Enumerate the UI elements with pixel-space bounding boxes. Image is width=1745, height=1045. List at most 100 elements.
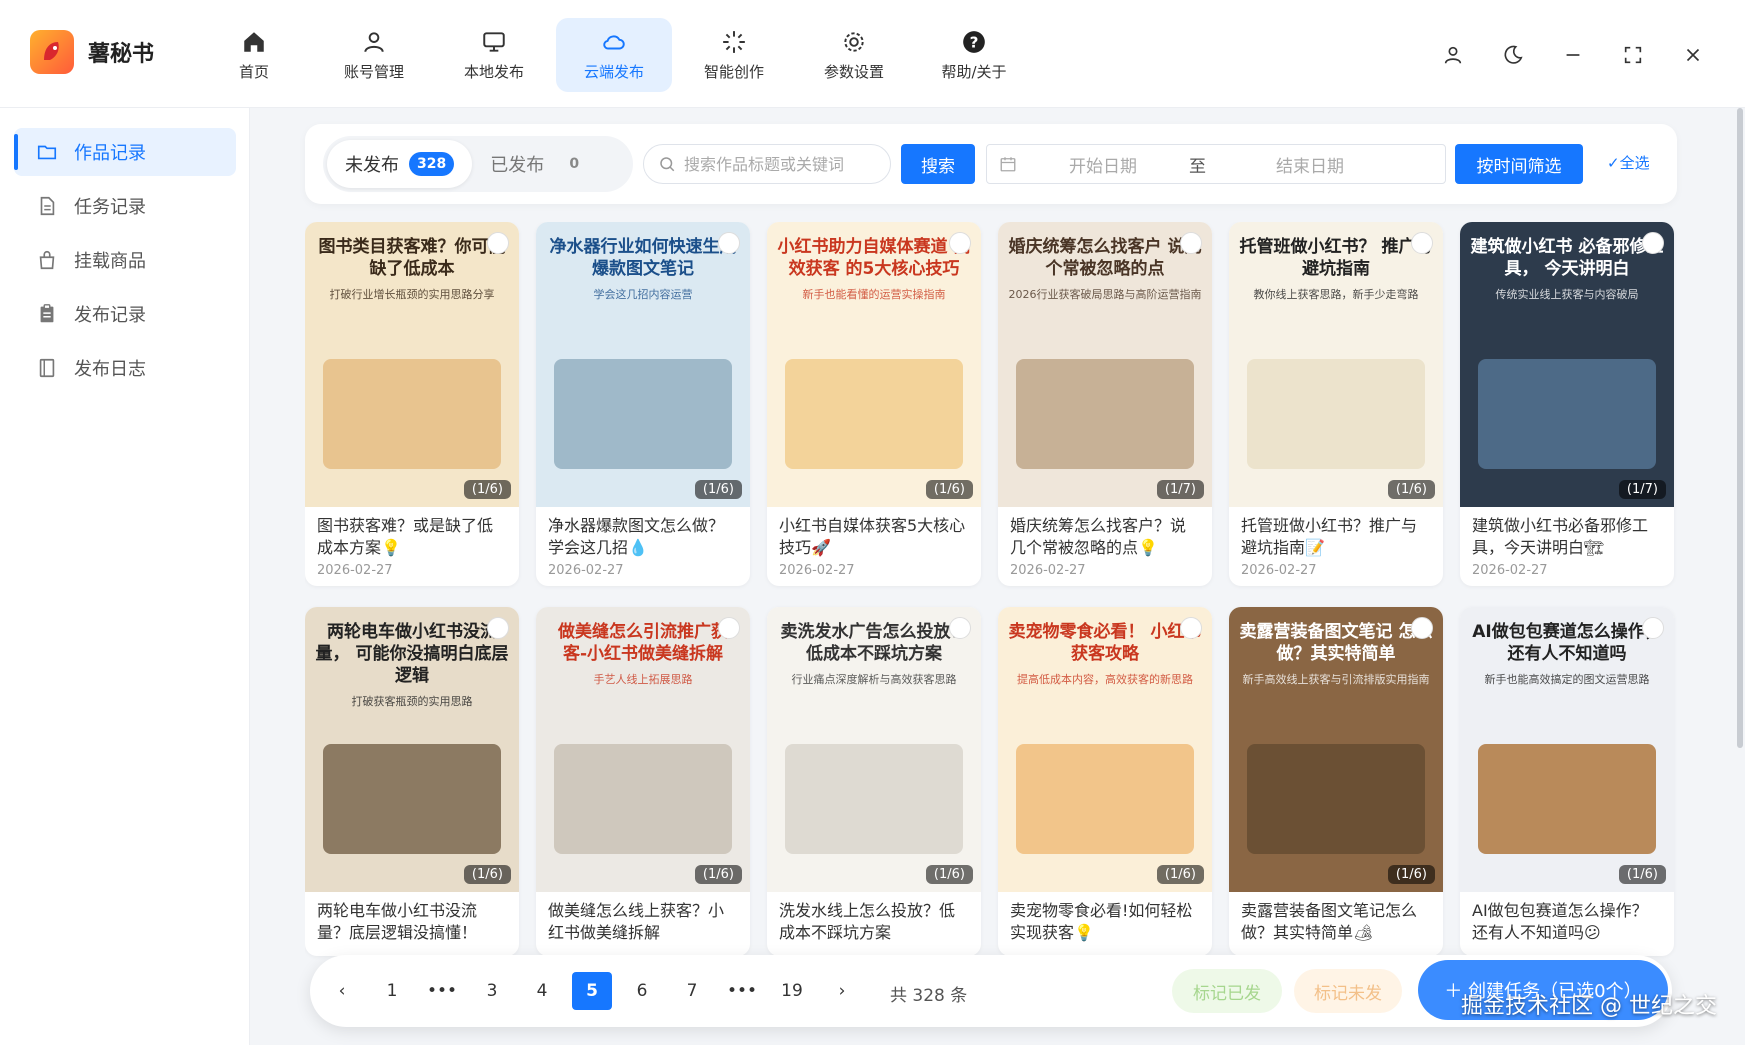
select-checkbox[interactable] xyxy=(718,617,740,639)
tab-unpublished[interactable]: 未发布 328 xyxy=(327,140,473,188)
work-card[interactable]: 卖露营装备图文笔记 怎么做？其实特简单新手高效线上获客与引流排版实用指南 (1/6… xyxy=(1229,607,1443,956)
select-checkbox[interactable] xyxy=(949,232,971,254)
search-button[interactable]: 搜索 xyxy=(901,144,975,184)
page-5-current[interactable]: 5 xyxy=(572,972,612,1010)
mark-published-button[interactable]: 标记已发 xyxy=(1172,969,1282,1013)
select-checkbox[interactable] xyxy=(1180,617,1202,639)
nav-cloud-publish[interactable]: 云端发布 xyxy=(556,18,672,92)
nav-home[interactable]: 首页 xyxy=(196,18,312,92)
select-checkbox[interactable] xyxy=(1180,232,1202,254)
thumbnail-illustration xyxy=(785,359,963,469)
image-count-badge: (1/6) xyxy=(925,480,973,499)
work-card[interactable]: 托管班做小红书？ 推广与避坑指南 教你线上获客思路，新手少走弯路 (1/6) 托管班做… xyxy=(1229,222,1443,586)
page-7[interactable]: 7 xyxy=(672,972,712,1010)
user-icon xyxy=(1444,46,1462,64)
page-1[interactable]: 1 xyxy=(372,972,412,1010)
sidebar: 作品记录 任务记录 挂载商品 发布记录 发布日志 xyxy=(0,108,250,1045)
close-button[interactable] xyxy=(1673,40,1713,70)
sidebar-item-products[interactable]: 挂载商品 xyxy=(14,236,236,284)
nav-label: 本地发布 xyxy=(463,62,524,81)
publish-status-segment: 未发布 328 已发布 0 xyxy=(323,136,633,192)
work-thumbnail[interactable]: 婚庆统筹怎么找客户 说几个常被忽略的点 2026行业获客破局思路与高阶运营指南 (1… xyxy=(998,222,1212,507)
thumbnail-subtitle: 新手高效线上获客与引流排版实用指南 xyxy=(1242,673,1430,687)
select-checkbox[interactable] xyxy=(1642,617,1664,639)
work-card[interactable]: 卖洗发水广告怎么投放？ 低成本不踩坑方案 行业痛点深度解析与高效获客思路 (1/6)… xyxy=(767,607,981,956)
work-thumbnail[interactable]: 卖洗发水广告怎么投放？ 低成本不踩坑方案 行业痛点深度解析与高效获客思路 (1/6) xyxy=(767,607,981,892)
thumbnail-illustration xyxy=(323,744,501,854)
work-thumbnail[interactable]: 托管班做小红书？ 推广与避坑指南 教你线上获客思路，新手少走弯路 (1/6) xyxy=(1229,222,1443,507)
page-4[interactable]: 4 xyxy=(522,972,562,1010)
scroll-thumb[interactable] xyxy=(1737,108,1743,748)
clipboard-icon xyxy=(40,304,54,323)
select-checkbox[interactable] xyxy=(487,617,509,639)
end-date-field[interactable]: 结束日期 xyxy=(1276,152,1344,177)
select-checkbox[interactable] xyxy=(1411,232,1433,254)
image-count-badge: (1/6) xyxy=(694,865,742,884)
work-card[interactable]: AI做包包赛道怎么操作， 还有人不知道吗 新手也能高效搞定的图文运营思路 (1/6)… xyxy=(1460,607,1674,956)
thumbnail-subtitle: 新手也能看懂的运营实操指南 xyxy=(802,288,946,302)
work-thumbnail[interactable]: 做美缝怎么引流推广获客-小红书做美缝拆解 手艺人线上拓展思路 (1/6) xyxy=(536,607,750,892)
user-icon xyxy=(364,31,384,52)
thumbnail-subtitle: 行业痛点深度解析与高效获客思路 xyxy=(791,673,957,687)
work-title: 图书获客难？或是缺了低成本方案💡 xyxy=(317,516,494,557)
work-card[interactable]: 图书类目获客难？你可能缺了低成本 打破行业增长瓶颈的实用思路分享 (1/6) 图书获客… xyxy=(305,222,519,586)
nav-ai-create[interactable]: 智能创作 xyxy=(676,18,792,92)
sidebar-item-tasks[interactable]: 任务记录 xyxy=(14,182,236,230)
minimize-button[interactable] xyxy=(1553,40,1593,70)
select-checkbox[interactable] xyxy=(718,232,740,254)
work-thumbnail[interactable]: AI做包包赛道怎么操作， 还有人不知道吗 新手也能高效搞定的图文运营思路 (1/6) xyxy=(1460,607,1674,892)
thumbnail-headline: 卖露营装备图文笔记 怎么做？其实特简单 xyxy=(1239,622,1433,665)
work-card[interactable]: 小红书助力自媒体赛道 高效获客 的5大核心技巧新手也能看懂的运营实操指南 (1/6… xyxy=(767,222,981,586)
nav-help[interactable]: ? 帮助/关于 xyxy=(916,18,1032,92)
page-ellipsis[interactable]: ••• xyxy=(422,972,462,1010)
work-card[interactable]: 净水器行业如何快速生成爆款图文笔记 学会这几招内容运营 (1/6) 净水器爆款图文怎么… xyxy=(536,222,750,586)
start-date-field[interactable]: 开始日期 xyxy=(1069,152,1137,177)
page-3[interactable]: 3 xyxy=(472,972,512,1010)
search-input[interactable] xyxy=(684,154,874,174)
fullscreen-icon xyxy=(1624,46,1642,64)
image-count-badge: (1/6) xyxy=(1387,480,1435,499)
date-range-picker[interactable]: 开始日期 至 结束日期 xyxy=(986,144,1446,184)
document-icon xyxy=(40,196,55,216)
page-ellipsis[interactable]: ••• xyxy=(722,972,762,1010)
mark-unpublished-button[interactable]: 标记未发 xyxy=(1294,969,1402,1013)
maximize-button[interactable] xyxy=(1613,40,1653,70)
work-date: 2026-02-27 xyxy=(1010,563,1086,578)
work-thumbnail[interactable]: 两轮电车做小红书没流量， 可能你没搞明白底层逻辑 打破获客瓶颈的实用思路 (1/6) xyxy=(305,607,519,892)
profile-button[interactable] xyxy=(1433,40,1473,70)
select-checkbox[interactable] xyxy=(1642,232,1664,254)
work-card[interactable]: 婚庆统筹怎么找客户 说几个常被忽略的点 2026行业获客破局思路与高阶运营指南 (1… xyxy=(998,222,1212,586)
select-checkbox[interactable] xyxy=(949,617,971,639)
work-thumbnail[interactable]: 净水器行业如何快速生成爆款图文笔记 学会这几招内容运营 (1/6) xyxy=(536,222,750,507)
work-thumbnail[interactable]: 建筑做小红书 必备邪修工具， 今天讲明白 传统实业线上获客与内容破局 (1/7) xyxy=(1460,222,1674,507)
work-card[interactable]: 建筑做小红书 必备邪修工具， 今天讲明白 传统实业线上获客与内容破局 (1/7) 建筑… xyxy=(1460,222,1674,586)
tab-published[interactable]: 已发布 0 xyxy=(472,140,612,188)
time-filter-button[interactable]: 按时间筛选 xyxy=(1455,144,1583,184)
work-card[interactable]: 做美缝怎么引流推广获客-小红书做美缝拆解 手艺人线上拓展思路 (1/6) 做美缝怎么线… xyxy=(536,607,750,956)
thumbnail-headline: 小红书助力自媒体赛道 高效获客 的5大核心技巧 xyxy=(777,237,971,280)
sidebar-item-publish-log[interactable]: 发布日志 xyxy=(14,344,236,392)
prev-page-button[interactable]: ‹ xyxy=(322,972,362,1010)
select-all-toggle[interactable]: ✓全选 xyxy=(1607,152,1650,173)
nav-settings[interactable]: 参数设置 xyxy=(796,18,912,92)
work-thumbnail[interactable]: 小红书助力自媒体赛道 高效获客 的5大核心技巧新手也能看懂的运营实操指南 (1/6… xyxy=(767,222,981,507)
image-count-badge: (1/6) xyxy=(1387,865,1435,884)
work-thumbnail[interactable]: 卖宠物零食必看！ 小红书获客攻略 提高低成本内容，高效获客的新思路 (1/6) xyxy=(998,607,1212,892)
nav-account[interactable]: 账号管理 xyxy=(316,18,432,92)
select-checkbox[interactable] xyxy=(487,232,509,254)
page-6[interactable]: 6 xyxy=(622,972,662,1010)
page-19[interactable]: 19 xyxy=(772,972,812,1010)
folder-icon xyxy=(37,145,57,160)
work-card[interactable]: 卖宠物零食必看！ 小红书获客攻略 提高低成本内容，高效获客的新思路 (1/6) 卖宠物… xyxy=(998,607,1212,956)
next-page-button[interactable]: › xyxy=(822,972,862,1010)
work-thumbnail[interactable]: 卖露营装备图文笔记 怎么做？其实特简单新手高效线上获客与引流排版实用指南 (1/6… xyxy=(1229,607,1443,892)
work-card[interactable]: 两轮电车做小红书没流量， 可能你没搞明白底层逻辑 打破获客瓶颈的实用思路 (1/6)… xyxy=(305,607,519,956)
sidebar-item-publish-records[interactable]: 发布记录 xyxy=(14,290,236,338)
scrollbar[interactable] xyxy=(1735,108,1745,748)
select-checkbox[interactable] xyxy=(1411,617,1433,639)
nav-local-publish[interactable]: 本地发布 xyxy=(436,18,552,92)
work-thumbnail[interactable]: 图书类目获客难？你可能缺了低成本 打破行业增长瓶颈的实用思路分享 (1/6) xyxy=(305,222,519,507)
thumbnail-subtitle: 学会这几招内容运营 xyxy=(593,288,693,302)
sidebar-item-works[interactable]: 作品记录 xyxy=(14,128,236,176)
dark-mode-button[interactable] xyxy=(1493,40,1533,70)
